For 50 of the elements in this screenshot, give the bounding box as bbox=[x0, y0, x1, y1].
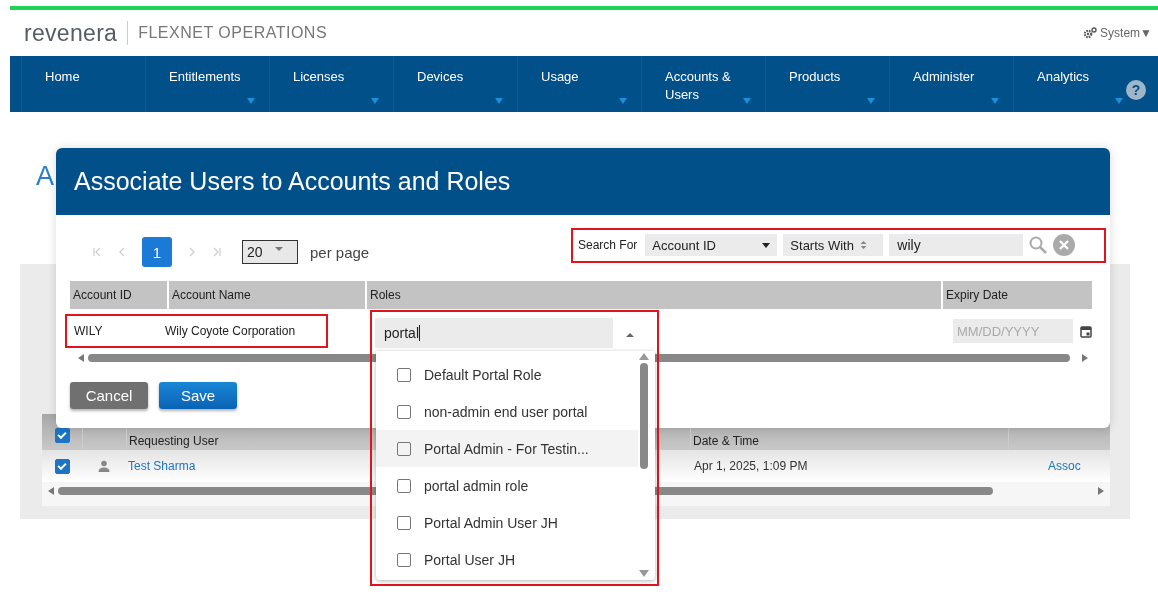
calendar-icon[interactable] bbox=[1080, 324, 1092, 338]
table-cell: Wily Coyote Corporation bbox=[165, 324, 296, 338]
page-size-select[interactable]: 20 bbox=[242, 240, 298, 264]
column-header: Account Name bbox=[167, 281, 365, 309]
role-option[interactable]: Portal Admin - For Testin... bbox=[376, 430, 638, 467]
search-label: Search For bbox=[578, 238, 638, 252]
column-header: Roles bbox=[365, 281, 941, 309]
checkbox[interactable] bbox=[397, 515, 411, 530]
secondary-button[interactable]: Cancel bbox=[70, 382, 148, 409]
select-all-checkbox[interactable] bbox=[54, 427, 70, 443]
page-button[interactable]: 1 bbox=[142, 237, 172, 267]
search-icon[interactable] bbox=[1029, 236, 1048, 254]
primary-button[interactable]: Save bbox=[159, 382, 237, 409]
caret-icon[interactable] bbox=[626, 333, 634, 337]
role-option[interactable]: portal admin role bbox=[376, 467, 638, 504]
sort-arrows-icon bbox=[859, 240, 867, 250]
table-cell: Apr 1, 2025, 1:09 PM bbox=[694, 459, 808, 473]
checkbox[interactable] bbox=[397, 478, 411, 493]
dialog-title: Associate Users to Accounts and Roles bbox=[74, 167, 511, 196]
date-input[interactable]: MM/DD/YYYY bbox=[953, 319, 1073, 343]
column-header: Expiry Date bbox=[941, 281, 1092, 309]
help-button[interactable]: ? bbox=[1126, 80, 1146, 100]
field-select[interactable]: Account ID bbox=[645, 234, 778, 256]
per-page-label: per page bbox=[310, 243, 370, 261]
role-option[interactable]: Portal User JH bbox=[376, 541, 638, 578]
column-header: Date & Time bbox=[693, 434, 760, 448]
roles-search-input[interactable]: portal bbox=[375, 318, 613, 348]
company-logo: revenera bbox=[24, 19, 118, 47]
checkbox[interactable] bbox=[397, 367, 411, 382]
gears-icon bbox=[1083, 27, 1098, 39]
role-option[interactable]: Default Portal Role bbox=[376, 356, 638, 393]
clear-icon[interactable] bbox=[1053, 234, 1076, 256]
system-menu[interactable]: System▼ bbox=[1083, 26, 1158, 40]
table-cell-text: WILY bbox=[73, 324, 104, 338]
operator-select[interactable]: Starts With bbox=[783, 234, 884, 256]
product-name: FLEXNET OPERATIONS bbox=[138, 24, 328, 42]
person-icon bbox=[98, 460, 110, 472]
column-header: Requesting User bbox=[129, 434, 219, 448]
checkbox[interactable] bbox=[397, 441, 411, 456]
role-option[interactable]: non-admin end user portal bbox=[376, 393, 638, 430]
vertical-scrollbar[interactable] bbox=[639, 353, 649, 577]
row-checkbox[interactable] bbox=[54, 458, 70, 474]
search-input[interactable]: wily bbox=[889, 234, 1024, 256]
page-heading: A bbox=[36, 161, 54, 191]
action-link[interactable]: Assoc bbox=[1048, 459, 1081, 473]
checkbox[interactable] bbox=[397, 404, 411, 419]
column-header: Account ID bbox=[72, 287, 133, 304]
role-option[interactable]: Portal Admin User JH bbox=[376, 504, 638, 541]
checkbox[interactable] bbox=[397, 552, 411, 567]
user-link[interactable]: Test Sharma bbox=[128, 459, 196, 473]
